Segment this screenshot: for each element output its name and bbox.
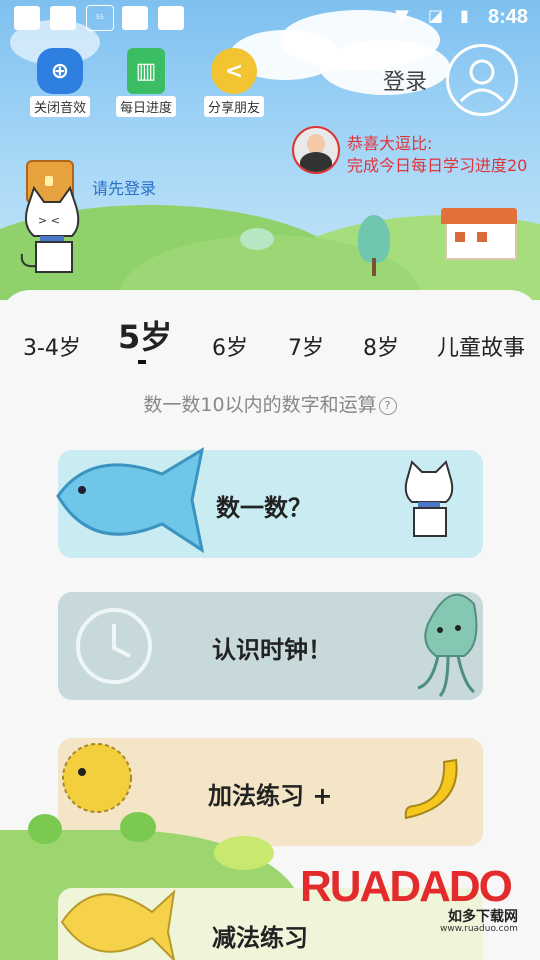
daily-progress-label: 每日进度: [115, 96, 176, 117]
login-link[interactable]: 登录: [383, 64, 427, 96]
tab-7[interactable]: 7岁: [288, 330, 324, 362]
bush: [28, 814, 62, 844]
notification-icon: [50, 6, 76, 30]
squid-icon: [417, 593, 478, 698]
fish-icon: [56, 446, 205, 554]
notice-message: 完成今日每日学习进度20: [347, 156, 528, 175]
toggle-sound-button[interactable]: ⊕ 关闭音效: [24, 48, 96, 117]
card-subtraction-label: 减法练习: [212, 924, 308, 952]
card-clock-label: 认识时钟！: [212, 636, 332, 664]
cat-icon: [404, 460, 454, 537]
svg-text:> <: > <: [38, 214, 60, 227]
pufferfish-icon: [62, 743, 132, 813]
tree-icon: [358, 215, 390, 263]
share-friends-label: 分享朋友: [203, 96, 264, 117]
section-subtitle: 数一数10以内的数字和运算?: [0, 390, 540, 417]
age-tabs: 3-4岁 5岁 6岁 7岁 8岁 儿童故事: [0, 318, 540, 368]
tab-8[interactable]: 8岁: [363, 330, 399, 362]
share-coin-icon: <: [211, 48, 257, 94]
book-icon: ▥: [127, 48, 165, 94]
toggle-sound-label: 关闭音效: [29, 96, 90, 117]
yellow-fish-icon: [60, 889, 176, 960]
app-badge-icon: 55: [86, 5, 114, 31]
bush: [214, 836, 274, 870]
notification-icon: [14, 6, 40, 30]
watermark-logo: RUADADO 如多下载网 www.ruaduo.com: [300, 862, 530, 942]
tab-stories[interactable]: 儿童故事: [437, 330, 525, 362]
gamepad-icon: ⊕: [37, 48, 83, 94]
watermark-brand: RUADADO: [300, 862, 513, 911]
share-friends-button[interactable]: < 分享朋友: [198, 48, 270, 117]
status-bar: 55 ▼ ◪ ▮ 8:48: [0, 0, 540, 34]
notification-icon: [158, 6, 184, 30]
bush: [240, 228, 274, 250]
status-time: 8:48: [487, 6, 528, 28]
active-tab-indicator: [138, 360, 146, 364]
tree-trunk: [372, 258, 376, 276]
battery-icon: ▮: [460, 6, 469, 25]
tab-3-4[interactable]: 3-4岁: [23, 330, 81, 362]
user-icon: [459, 59, 505, 103]
bush: [120, 812, 156, 842]
banana-icon: [404, 758, 458, 820]
cat-mascot-icon: > <: [20, 186, 80, 273]
notification-icon: [122, 6, 148, 30]
wifi-icon: ▼: [395, 6, 409, 27]
tab-6[interactable]: 6岁: [212, 330, 248, 362]
clock-icon: [76, 608, 152, 684]
subtitle-text: 数一数10以内的数字和运算: [143, 394, 377, 416]
notice-avatar: [292, 126, 340, 174]
card-addition-label: 加法练习 +: [208, 782, 333, 810]
notice-username: 恭喜大逗比:: [347, 134, 433, 153]
no-signal-icon: ◪: [428, 6, 444, 25]
please-login-link[interactable]: 请先登录: [92, 175, 156, 199]
house-icon: [441, 208, 517, 260]
daily-progress-button[interactable]: ▥ 每日进度: [110, 48, 182, 117]
card-counting-label: 数一数？: [216, 494, 312, 522]
user-avatar-button[interactable]: [446, 44, 518, 116]
watermark-sub: 如多下载网: [448, 909, 518, 925]
watermark-url: www.ruaduo.com: [440, 924, 518, 934]
help-icon[interactable]: ?: [378, 396, 397, 415]
tab-5[interactable]: 5岁: [118, 312, 172, 358]
